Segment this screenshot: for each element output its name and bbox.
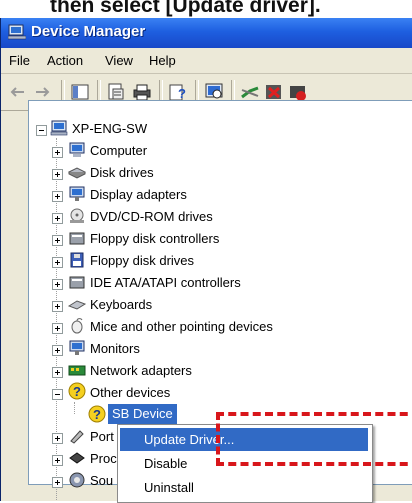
- instruction-caption: then select [Update driver].: [50, 0, 321, 17]
- tree-root-label[interactable]: XP-ENG-SW: [72, 118, 147, 140]
- expand-icon[interactable]: [52, 367, 63, 378]
- monitor-icon: [69, 340, 85, 355]
- category-ports-partial[interactable]: Port: [90, 426, 114, 448]
- category-floppy-disk-controllers[interactable]: Floppy disk controllers: [90, 228, 219, 250]
- category-mice[interactable]: Mice and other pointing devices: [90, 316, 273, 338]
- device-manager-icon: [8, 24, 26, 40]
- window-title: Device Manager: [31, 23, 146, 40]
- expand-icon[interactable]: [52, 477, 63, 488]
- category-keyboards[interactable]: Keyboards: [90, 294, 152, 316]
- collapse-icon[interactable]: [36, 125, 47, 136]
- sound-icon: [69, 472, 85, 488]
- category-computer[interactable]: Computer: [90, 140, 147, 162]
- category-sound-partial[interactable]: Sou: [90, 470, 113, 492]
- expand-icon[interactable]: [52, 455, 63, 466]
- expand-icon[interactable]: [52, 235, 63, 246]
- port-icon: [70, 430, 84, 444]
- category-dvd-cdrom-drives[interactable]: DVD/CD-ROM drives: [90, 206, 213, 228]
- expand-icon[interactable]: [52, 147, 63, 158]
- menu-bar: File Action View Help: [1, 49, 412, 74]
- expand-icon[interactable]: [52, 191, 63, 202]
- selected-device[interactable]: SB Device: [108, 404, 177, 424]
- expand-icon[interactable]: [52, 433, 63, 444]
- ide-controller-icon: [69, 276, 85, 289]
- category-disk-drives[interactable]: Disk drives: [90, 162, 154, 184]
- back-icon[interactable]: [7, 81, 29, 103]
- processor-icon: [69, 452, 85, 464]
- expand-icon[interactable]: [52, 213, 63, 224]
- menu-view[interactable]: View: [105, 53, 133, 68]
- title-bar[interactable]: Device Manager: [1, 18, 412, 48]
- highlight-callout: [216, 412, 412, 466]
- display-adapter-icon: [69, 186, 85, 201]
- menu-help[interactable]: Help: [149, 53, 176, 68]
- network-adapter-icon: [68, 365, 86, 376]
- tree-guide-line: [74, 402, 75, 414]
- computer-icon: [69, 142, 85, 157]
- category-network-adapters[interactable]: Network adapters: [90, 360, 192, 382]
- unknown-device-icon: ?: [88, 405, 106, 423]
- keyboard-icon: [68, 300, 86, 310]
- floppy-drive-icon: [70, 252, 84, 268]
- category-processors-partial[interactable]: Proc: [90, 448, 117, 470]
- expand-icon[interactable]: [52, 345, 63, 356]
- svg-text:?: ?: [93, 407, 101, 422]
- dvd-drive-icon: [70, 208, 84, 223]
- category-floppy-disk-drives[interactable]: Floppy disk drives: [90, 250, 194, 272]
- menu-file[interactable]: File: [9, 53, 30, 68]
- category-ide-controllers[interactable]: IDE ATA/ATAPI controllers: [90, 272, 241, 294]
- expand-icon[interactable]: [52, 169, 63, 180]
- unknown-device-icon: ?: [68, 382, 86, 400]
- collapse-icon[interactable]: [52, 389, 63, 400]
- svg-text:?: ?: [178, 86, 186, 101]
- svg-text:?: ?: [73, 384, 81, 399]
- expand-icon[interactable]: [52, 323, 63, 334]
- floppy-controller-icon: [69, 232, 85, 245]
- category-display-adapters[interactable]: Display adapters: [90, 184, 187, 206]
- disk-drive-icon: [68, 167, 86, 179]
- category-other-devices[interactable]: Other devices: [90, 382, 170, 404]
- expand-icon[interactable]: [52, 257, 63, 268]
- mouse-icon: [71, 318, 83, 334]
- menu-action[interactable]: Action: [47, 53, 83, 68]
- category-monitors[interactable]: Monitors: [90, 338, 140, 360]
- computer-root-icon: [50, 120, 68, 136]
- menu-uninstall[interactable]: Uninstall: [120, 476, 368, 499]
- expand-icon[interactable]: [52, 301, 63, 312]
- expand-icon[interactable]: [52, 279, 63, 290]
